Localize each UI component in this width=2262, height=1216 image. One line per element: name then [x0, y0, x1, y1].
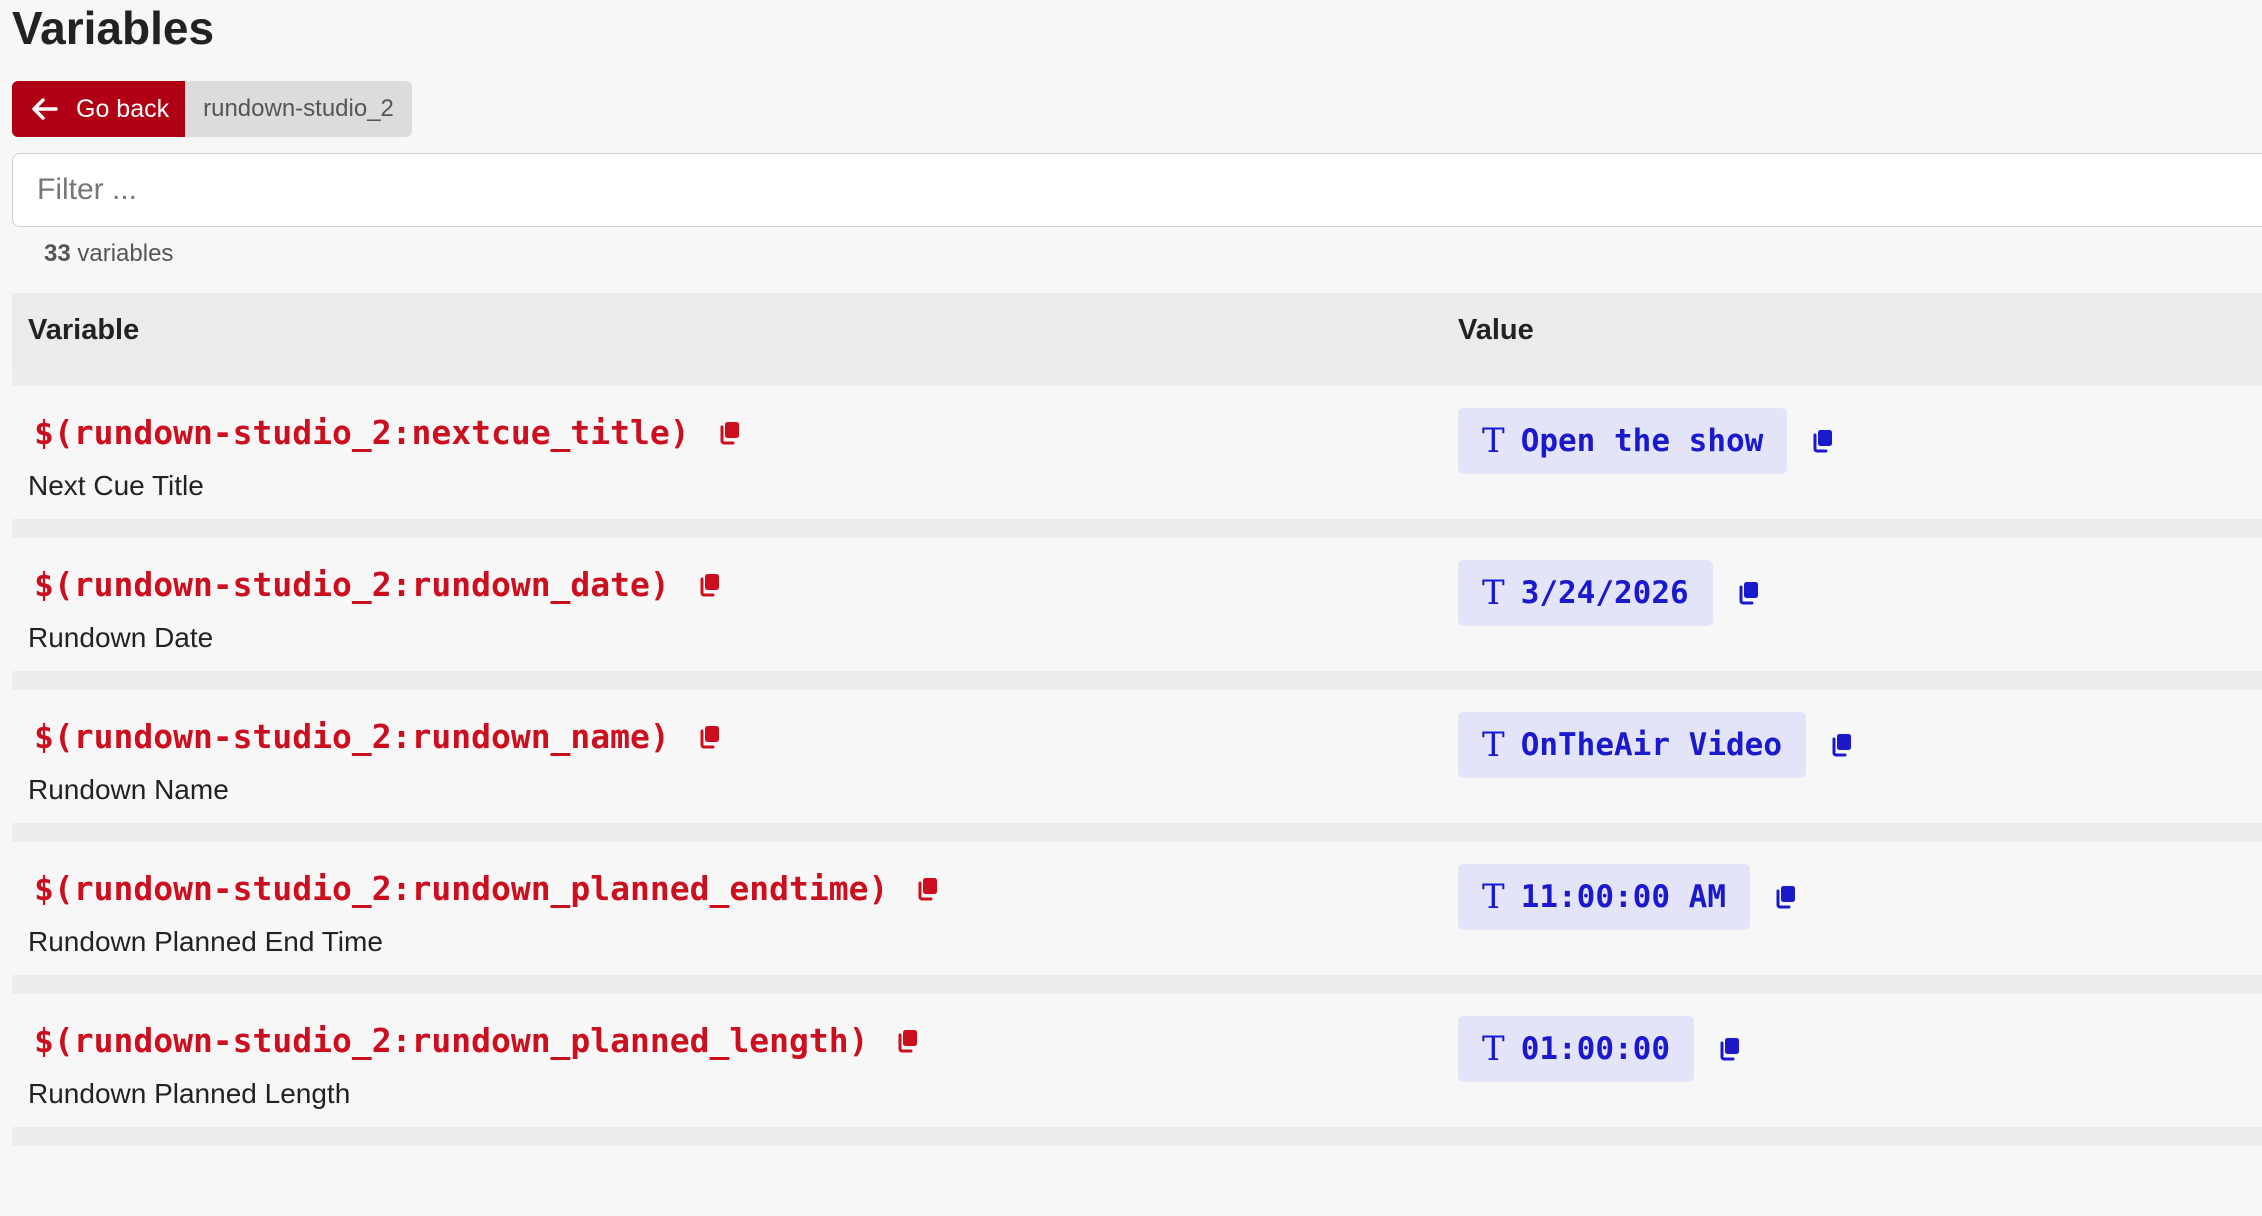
column-header-value: Value	[1458, 314, 1534, 346]
value-cell: T 01:00:00	[1458, 1016, 1740, 1082]
variables-table-body[interactable]: $(rundown-studio_2:nextcue_subtitle) Nex…	[12, 368, 2262, 1216]
variable-name: $(rundown-studio_2:rundown_date)	[34, 565, 670, 604]
instance-label: rundown-studio_2	[185, 81, 412, 137]
variable-name: $(rundown-studio_2:rundown_planned_endti…	[34, 869, 889, 908]
variable-description: Rundown Name	[28, 774, 229, 805]
value-pill: T 11:00:00 AM	[1458, 864, 1750, 930]
variable-count-label: variables	[77, 240, 174, 267]
filter-input[interactable]	[12, 153, 2262, 227]
value-pill: T Open the show	[1458, 408, 1788, 474]
copy-icon[interactable]	[698, 573, 720, 597]
variable-cell: $(rundown-studio_2:rundown_date)	[34, 565, 720, 604]
text-type-icon: T	[1482, 877, 1505, 917]
table-row: $(rundown-studio_2:rundown_date) Rundown…	[12, 538, 2262, 690]
toolbar: Go back rundown-studio_2	[12, 81, 412, 137]
copy-icon[interactable]	[698, 725, 720, 749]
variable-value: Open the show	[1520, 423, 1764, 459]
copy-icon[interactable]	[896, 1029, 918, 1053]
variable-count: 33 variables	[44, 240, 173, 268]
copy-icon[interactable]	[1811, 429, 1833, 453]
copy-icon[interactable]	[916, 877, 938, 901]
variable-count-number: 33	[44, 240, 71, 267]
variable-value: 11:00:00 AM	[1520, 879, 1726, 915]
value-cell: T 11:00:00 AM	[1458, 864, 1796, 930]
variable-name: $(rundown-studio_2:rundown_name)	[34, 717, 670, 756]
variable-cell: $(rundown-studio_2:rundown_name)	[34, 717, 720, 756]
text-type-icon: T	[1482, 1029, 1505, 1069]
variable-description: Rundown Planned End Time	[28, 926, 383, 957]
variable-value: OnTheAir Video	[1520, 727, 1782, 763]
value-pill: T 3/24/2026	[1458, 560, 1713, 626]
text-type-icon: T	[1482, 421, 1505, 461]
table-row: $(rundown-studio_2:nextcue_title) Next C…	[12, 386, 2262, 538]
variable-value: 3/24/2026	[1520, 575, 1689, 611]
table-row: $(rundown-studio_2:rundown_name) Rundown…	[12, 690, 2262, 842]
text-type-icon: T	[1482, 573, 1505, 613]
go-back-label: Go back	[76, 94, 170, 123]
variable-cell: $(rundown-studio_2:nextcue_title)	[34, 413, 740, 452]
variable-value: 01:00:00	[1520, 1031, 1670, 1067]
page-title: Variables	[12, 2, 215, 54]
copy-icon[interactable]	[1737, 581, 1759, 605]
value-cell: T Open the show	[1458, 408, 1833, 474]
value-pill: T 01:00:00	[1458, 1016, 1694, 1082]
table-row: $(rundown-studio_2:rundown_planned_endti…	[12, 842, 2262, 994]
variable-description: Rundown Planned Length	[28, 1078, 351, 1109]
copy-icon[interactable]	[718, 421, 740, 445]
table-row: $(rundown-studio_2:nextcue_subtitle) Nex…	[12, 368, 2262, 386]
copy-icon[interactable]	[1718, 1037, 1740, 1061]
arrow-left-icon	[32, 98, 58, 120]
table-header: Variable Value	[12, 293, 2262, 368]
variable-description: Rundown Date	[28, 622, 214, 653]
value-pill: T OnTheAir Video	[1458, 712, 1806, 778]
copy-icon[interactable]	[1774, 885, 1796, 909]
variable-cell: $(rundown-studio_2:rundown_planned_endti…	[34, 869, 938, 908]
table-row: $(rundown-studio_2:rundown_planned_lengt…	[12, 994, 2262, 1146]
value-cell: T OnTheAir Video	[1458, 712, 1852, 778]
variable-name: $(rundown-studio_2:rundown_planned_lengt…	[34, 1021, 869, 1060]
text-type-icon: T	[1482, 725, 1505, 765]
variable-name: $(rundown-studio_2:nextcue_title)	[34, 413, 690, 452]
variable-cell: $(rundown-studio_2:rundown_planned_lengt…	[34, 1021, 918, 1060]
go-back-button[interactable]: Go back	[12, 81, 186, 137]
variable-description: Next Cue Title	[28, 470, 204, 501]
value-cell: T 3/24/2026	[1458, 560, 1759, 626]
column-header-variable: Variable	[28, 314, 140, 346]
copy-icon[interactable]	[1830, 733, 1852, 757]
